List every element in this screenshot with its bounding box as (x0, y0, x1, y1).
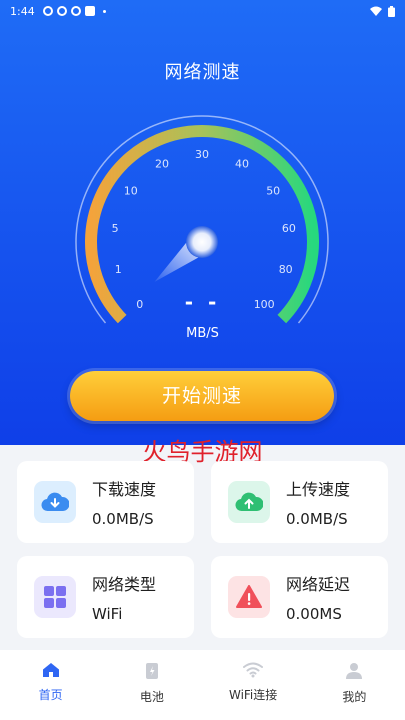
battery-status-icon (388, 5, 395, 17)
tab-home-label: 首页 (38, 688, 63, 702)
battery-icon (145, 663, 158, 679)
status-bar: 1:44 (0, 0, 405, 22)
gauge-tick-label: 50 (266, 184, 280, 197)
gauge-hub (186, 226, 218, 258)
upload-icon-box (228, 481, 270, 523)
download-speed-value: 0.0MB/S (92, 510, 154, 528)
network-type-card: 网络类型 WiFi (17, 556, 194, 638)
system-icons (370, 5, 395, 17)
upload-speed-value: 0.0MB/S (286, 510, 348, 528)
latency-icon-box (228, 576, 270, 618)
tab-home[interactable]: 首页 (0, 650, 101, 720)
gauge-tick-label: 60 (282, 222, 296, 235)
download-cloud-icon (41, 492, 69, 512)
download-speed-label: 下载速度 (92, 480, 157, 499)
tab-wifi-label: WiFi连接 (228, 688, 278, 702)
tab-battery-label: 电池 (139, 690, 164, 704)
notification-icon (84, 6, 95, 16)
gauge-tick-label: 80 (279, 263, 293, 276)
start-test-button[interactable]: 开始测速 (70, 371, 334, 421)
tab-battery[interactable]: 电池 (101, 650, 202, 720)
warning-icon (236, 585, 262, 608)
more-notifications-icon (102, 9, 106, 13)
speed-value-display: - - (184, 290, 221, 314)
notification-icons (42, 6, 106, 16)
upload-speed-label: 上传速度 (286, 480, 351, 499)
tab-profile[interactable]: 我的 (304, 650, 405, 720)
network-latency-label: 网络延迟 (286, 575, 351, 594)
home-icon (42, 663, 59, 677)
wifi-signal-icon (370, 6, 382, 16)
speed-unit-label: MB/S (186, 326, 219, 341)
gauge-tick-label: 30 (195, 148, 209, 161)
network-latency-value: 0.00MS (286, 605, 342, 623)
page-title: 网络测速 (164, 62, 241, 83)
gauge-tick-label: 10 (124, 184, 138, 197)
notification-icon (42, 6, 53, 16)
status-time: 1:44 (10, 4, 35, 18)
bottom-tab-bar: 首页 电池 WiFi连接 我的 (0, 650, 405, 720)
upload-cloud-icon (235, 492, 263, 512)
gauge-tick-label: 5 (112, 222, 119, 235)
upload-speed-card: 上传速度 0.0MB/S (211, 461, 388, 543)
network-latency-card: 网络延迟 0.00MS (211, 556, 388, 638)
gauge-tick-label: 20 (155, 158, 169, 171)
download-icon-box (34, 481, 76, 523)
network-type-value: WiFi (92, 605, 123, 623)
grid-icon (44, 586, 66, 608)
notification-icon (56, 6, 67, 16)
person-icon (346, 663, 363, 679)
tab-profile-label: 我的 (342, 690, 367, 704)
network-type-icon-box (34, 576, 76, 618)
wifi-icon (243, 662, 264, 678)
download-speed-card: 下载速度 0.0MB/S (17, 461, 194, 543)
network-type-label: 网络类型 (92, 575, 157, 594)
notification-icon (70, 6, 81, 16)
gauge-tick-label: 40 (235, 158, 249, 171)
gauge-tick-label: 1 (115, 263, 122, 276)
tab-wifi[interactable]: WiFi连接 (203, 650, 304, 720)
